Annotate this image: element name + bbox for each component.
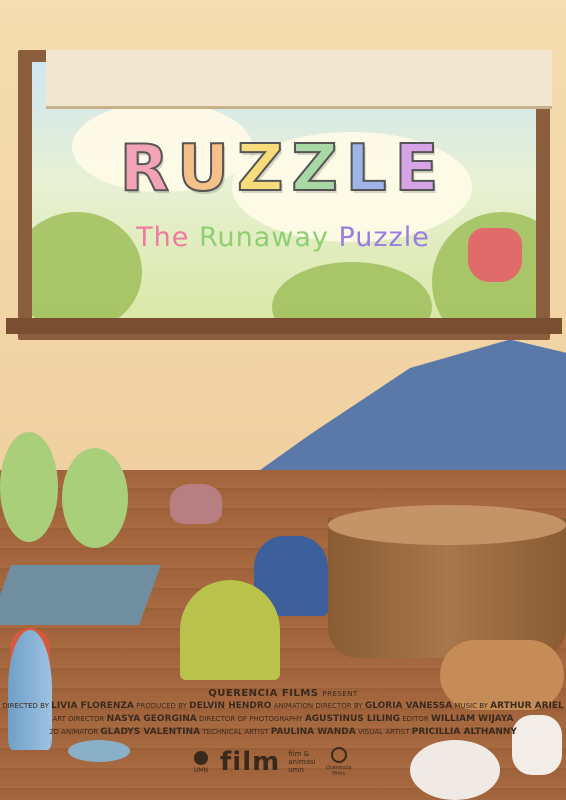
umn-logo-text: UMN <box>193 766 209 774</box>
subtitle-word: The <box>136 222 190 253</box>
querencia-emblem-icon <box>330 747 347 763</box>
window-sill <box>6 318 562 334</box>
title-letter: Z <box>236 131 292 207</box>
presenter-line: QUERENCIA FILMS PRESENT <box>0 688 566 699</box>
credit-role: ART DIRECTOR <box>52 715 105 723</box>
credit-role: DIRECTED BY <box>2 702 49 710</box>
poster-artwork <box>0 0 566 800</box>
stump-top <box>328 505 566 545</box>
credit-role: ANIMATION DIRECTOR BY <box>273 702 363 710</box>
credit-name: ARTHUR ARIEL <box>490 701 564 711</box>
credit-name: GLADYS VALENTINA <box>100 727 201 737</box>
logo-row: UMN film film & animasi umn Querencia Fi… <box>190 744 380 780</box>
subtitle-word: Runaway <box>198 222 329 253</box>
presenter-name: QUERENCIA FILMS <box>208 688 319 699</box>
credit-name: WILLIAM WIJAYA <box>431 714 514 724</box>
green-dino-plush <box>62 448 128 548</box>
sheep-plush <box>410 740 500 800</box>
title-letter: L <box>345 131 395 207</box>
credit-role: PRODUCED BY <box>136 702 187 710</box>
yellow-stool <box>180 580 280 680</box>
title-letter: Z <box>290 131 346 207</box>
credit-role: VISUAL ARTIST <box>357 728 410 736</box>
film-animasi-text: film & <box>288 750 310 758</box>
credit-role: MUSIC BY <box>454 702 488 710</box>
credit-role: DIRECTOR OF PHOTOGRAPHY <box>198 715 303 723</box>
poster-subtitle: The Runaway Puzzle <box>0 222 566 253</box>
credit-name: LIVIA FLORENZA <box>51 701 134 711</box>
credit-role: TECHNICAL ARTIST <box>202 728 269 736</box>
credit-role: 2D ANIMATOR <box>49 728 99 736</box>
window-blind <box>46 50 552 109</box>
credit-name: PAULINA WANDA <box>270 727 356 737</box>
film-animasi-text: umn <box>288 766 304 774</box>
subtitle-word: Puzzle <box>338 222 430 253</box>
credit-name: AGUSTINUS LILING <box>304 714 401 724</box>
credit-role: EDITOR <box>402 715 429 723</box>
film-logo: film <box>220 747 281 777</box>
green-dino-plush <box>0 432 58 542</box>
querencia-logo: Querencia Films <box>324 747 354 777</box>
credits-block: QUERENCIA FILMS PRESENT DIRECTED BY LIVI… <box>0 688 566 738</box>
tree <box>272 262 432 324</box>
credits-line-1: DIRECTED BY LIVIA FLORENZA PRODUCED BY D… <box>0 700 566 712</box>
title-letter: R <box>119 131 177 207</box>
credit-name: NASYA GEORGINA <box>106 714 197 724</box>
credit-name: DELVIN HENDRO <box>189 701 272 711</box>
credit-name: PRICILLIA ALTHANNY <box>411 727 517 737</box>
umn-logo: UMN <box>190 750 212 774</box>
title-letter: U <box>176 131 237 207</box>
umn-emblem-icon <box>194 750 208 765</box>
film-animasi-text: animasi <box>288 758 316 766</box>
toy-ufo <box>68 740 130 762</box>
map-rug <box>0 565 161 625</box>
credits-line-3: 2D ANIMATOR GLADYS VALENTINA TECHNICAL A… <box>0 726 566 738</box>
presenter-suffix: PRESENT <box>322 690 358 698</box>
querencia-text: Films <box>332 771 345 777</box>
film-animasi-logo: film & animasi umn <box>288 750 315 774</box>
poster-title: RUZZLE <box>0 131 566 207</box>
title-letter: E <box>394 131 447 207</box>
teapot <box>170 484 222 524</box>
credits-line-2: ART DIRECTOR NASYA GEORGINA DIRECTOR OF … <box>0 713 566 725</box>
credit-name: GLORIA VANESSA <box>364 701 453 711</box>
